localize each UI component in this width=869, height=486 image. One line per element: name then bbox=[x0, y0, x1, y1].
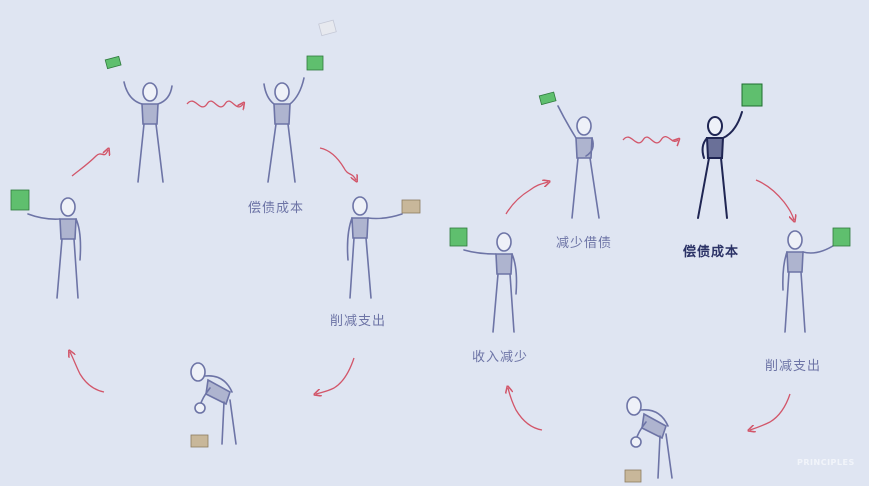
label-repay-cost-left: 偿债成本 bbox=[248, 201, 305, 216]
label-repay-cost-right: 偿债成本 bbox=[683, 245, 740, 260]
box-icon bbox=[401, 199, 421, 214]
label-cut-spending-right: 削减支出 bbox=[765, 359, 822, 374]
money-stack-icon bbox=[449, 227, 468, 247]
label-cut-spending-left: 削减支出 bbox=[330, 314, 387, 329]
box-icon bbox=[624, 469, 642, 483]
principles-logo: PRINCIPLES bbox=[797, 458, 855, 467]
money-stack-icon bbox=[832, 227, 851, 247]
money-stack-icon bbox=[10, 189, 30, 211]
label-borrow-less: 减少借债 bbox=[556, 236, 613, 251]
label-income-falling: 收入减少 bbox=[472, 350, 529, 365]
money-stack-icon bbox=[741, 83, 763, 107]
box-icon bbox=[190, 434, 209, 448]
